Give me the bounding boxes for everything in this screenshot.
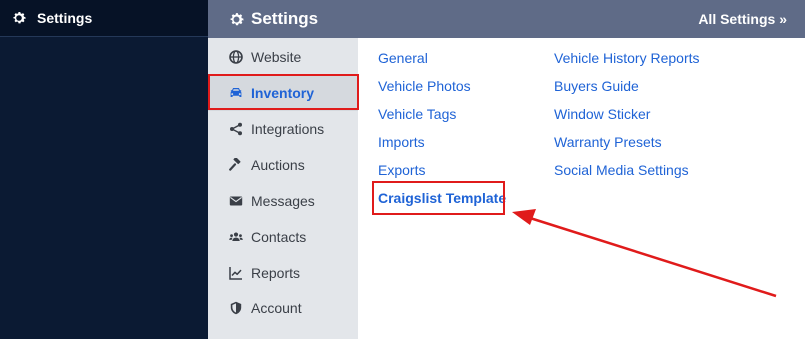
annotation-arrow-icon bbox=[512, 209, 777, 298]
